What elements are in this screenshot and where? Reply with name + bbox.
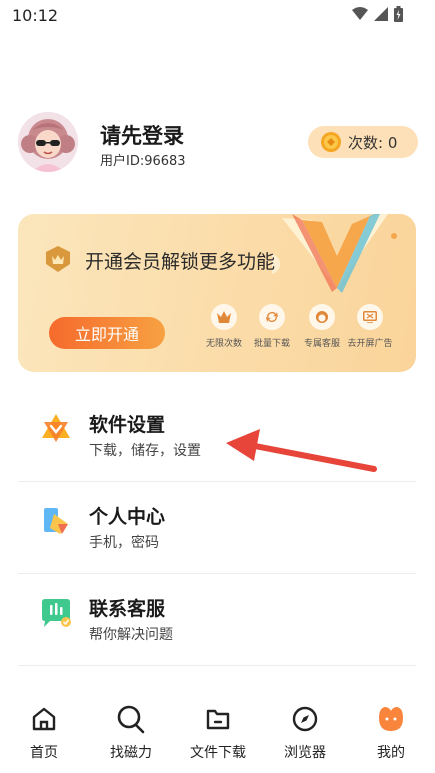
red-annotation-arrow <box>226 429 377 472</box>
status-time: 10:12 <box>12 6 59 25</box>
menu-item-personal-center[interactable]: 个人中心 手机，密码 <box>18 482 416 574</box>
menu-subtitle: 帮你解决问题 <box>89 627 173 643</box>
compass-icon <box>290 704 320 734</box>
menu-title: 联系客服 <box>89 598 166 620</box>
tab-search-magnet[interactable]: 找磁力 <box>91 704 171 762</box>
usage-count-label: 次数: 0 <box>348 133 398 152</box>
settings-icon <box>42 414 70 442</box>
login-prompt[interactable]: 请先登录 <box>100 120 184 150</box>
vip-title: 开通会员解锁更多功能 <box>85 251 276 273</box>
usage-count-badge[interactable]: 次数: 0 <box>308 126 418 158</box>
benefit-label: 去开屏广告 <box>347 339 393 349</box>
coin-icon <box>321 132 341 152</box>
refresh-icon <box>259 304 285 330</box>
crown-icon <box>211 304 237 330</box>
profile-card-icon <box>44 508 68 534</box>
service-icon <box>309 304 335 330</box>
open-vip-button[interactable]: 立即开通 <box>49 317 165 349</box>
tab-label: 找磁力 <box>110 745 152 761</box>
menu-subtitle: 手机，密码 <box>89 535 159 551</box>
status-icons <box>352 6 403 22</box>
vip-v-logo-icon <box>272 214 397 293</box>
tab-mine[interactable]: 我的 <box>351 704 431 762</box>
folder-icon <box>203 704 233 734</box>
user-id: 用户ID:96683 <box>100 154 186 169</box>
tab-browser[interactable]: 浏览器 <box>265 704 345 762</box>
menu-subtitle: 下载，储存，设置 <box>89 443 201 459</box>
tab-home[interactable]: 首页 <box>4 704 84 762</box>
tab-label: 首页 <box>30 745 58 761</box>
ad-icon <box>357 304 383 330</box>
girl-with-sunglasses-avatar <box>18 112 78 172</box>
tab-label: 文件下载 <box>190 745 246 761</box>
menu-title: 个人中心 <box>89 506 166 528</box>
status-bar: 10:12 <box>0 0 435 30</box>
mine-icon <box>376 704 406 734</box>
menu-item-contact-support[interactable]: 联系客服 帮你解决问题 <box>18 574 416 666</box>
benefit-no-ads[interactable]: 去开屏广告 <box>340 304 400 349</box>
menu-title: 软件设置 <box>89 414 166 436</box>
tab-label: 我的 <box>377 745 405 761</box>
profile-section[interactable]: 请先登录 用户ID:96683 次数: 0 <box>18 112 418 174</box>
vip-card[interactable]: 开通会员解锁更多功能 立即开通 无限次数 批量下载 专属客服 去开屏广告 <box>18 214 416 372</box>
bottom-tab-bar: 首页 找磁力 文件下载 浏览器 我的 <box>0 690 435 773</box>
home-icon <box>29 704 59 734</box>
battery-icon <box>394 6 403 22</box>
search-icon <box>116 704 146 734</box>
signal-icon <box>374 7 388 21</box>
tab-file-download[interactable]: 文件下载 <box>178 704 258 762</box>
avatar[interactable] <box>18 112 78 172</box>
tab-label: 浏览器 <box>284 745 326 761</box>
wifi-icon <box>352 7 368 20</box>
chat-icon <box>42 599 71 627</box>
vip-crown-icon <box>46 246 70 272</box>
